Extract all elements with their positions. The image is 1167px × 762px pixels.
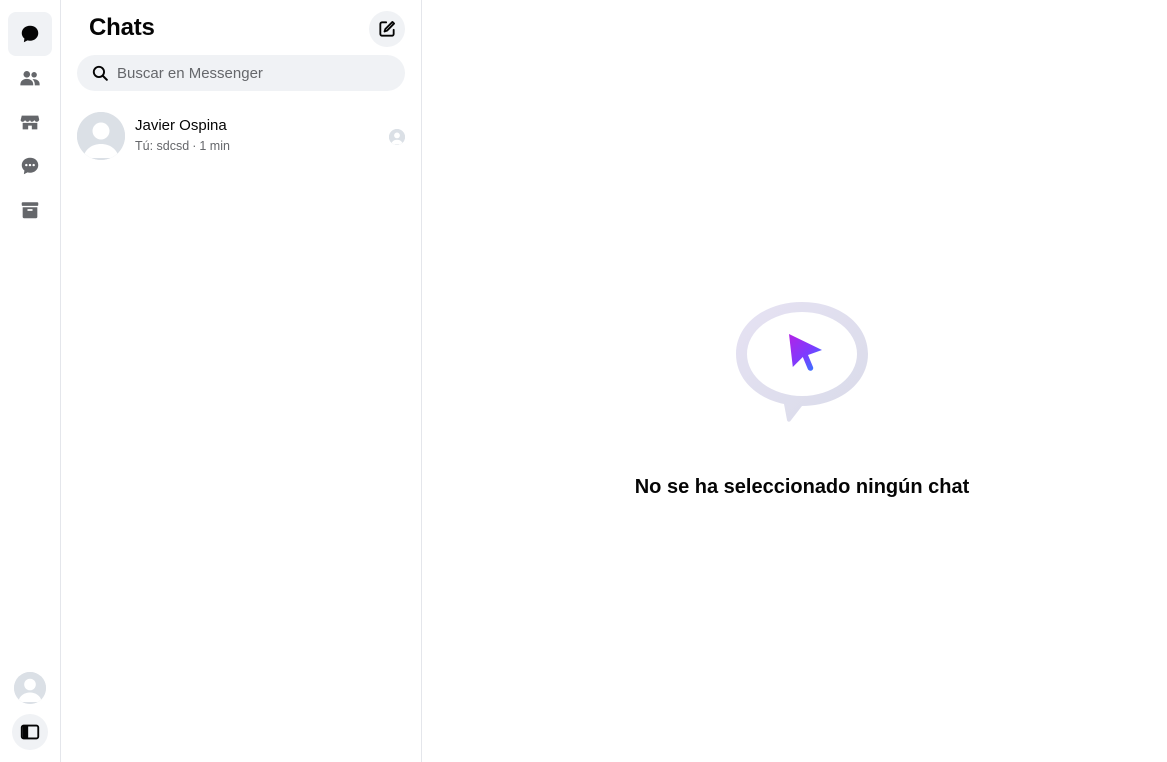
conversation-area: No se ha seleccionado ningún chat — [422, 0, 1167, 762]
no-chat-selected-icon — [736, 302, 868, 422]
message-time: 1 min — [199, 139, 230, 153]
sidebar-toggle-button[interactable] — [12, 714, 48, 750]
profile-avatar[interactable] — [14, 672, 46, 704]
nav-rail — [0, 0, 61, 762]
separator-dot: · — [192, 139, 197, 153]
message-dots-icon — [21, 157, 39, 175]
rail-item-chats[interactable] — [8, 12, 52, 56]
chat-list-panel: Chats Javier Ospina — [61, 0, 422, 762]
rail-item-people[interactable] — [8, 56, 52, 100]
sidebar-toggle-icon — [20, 724, 40, 740]
messenger-app: Chats Javier Ospina — [0, 0, 1167, 762]
rail-item-marketplace[interactable] — [8, 100, 52, 144]
rail-item-requests[interactable] — [8, 144, 52, 188]
search-icon — [92, 65, 108, 81]
archive-icon — [21, 202, 39, 219]
new-message-button[interactable] — [369, 11, 405, 47]
chat-list-item[interactable]: Javier Ospina Tú: sdcsd · 1 min — [69, 104, 414, 168]
last-message: Tú: sdcsd — [135, 139, 190, 153]
search-bar — [77, 55, 405, 91]
avatar-icon — [14, 672, 46, 704]
chat-name: Javier Ospina — [135, 117, 227, 134]
empty-state-message: No se ha seleccionado ningún chat — [634, 476, 970, 498]
page-title: Chats — [89, 14, 155, 41]
avatar-icon — [77, 112, 125, 160]
chat-preview: Tú: sdcsd · 1 min — [135, 139, 230, 153]
compose-icon — [379, 21, 395, 37]
avatar — [77, 112, 125, 160]
seen-indicator-avatar — [389, 129, 405, 145]
people-icon — [20, 71, 40, 86]
search-input[interactable] — [117, 64, 397, 82]
chat-bubble-icon — [21, 25, 39, 43]
store-icon — [20, 115, 40, 130]
rail-item-archived[interactable] — [8, 188, 52, 232]
avatar-icon — [389, 129, 405, 145]
